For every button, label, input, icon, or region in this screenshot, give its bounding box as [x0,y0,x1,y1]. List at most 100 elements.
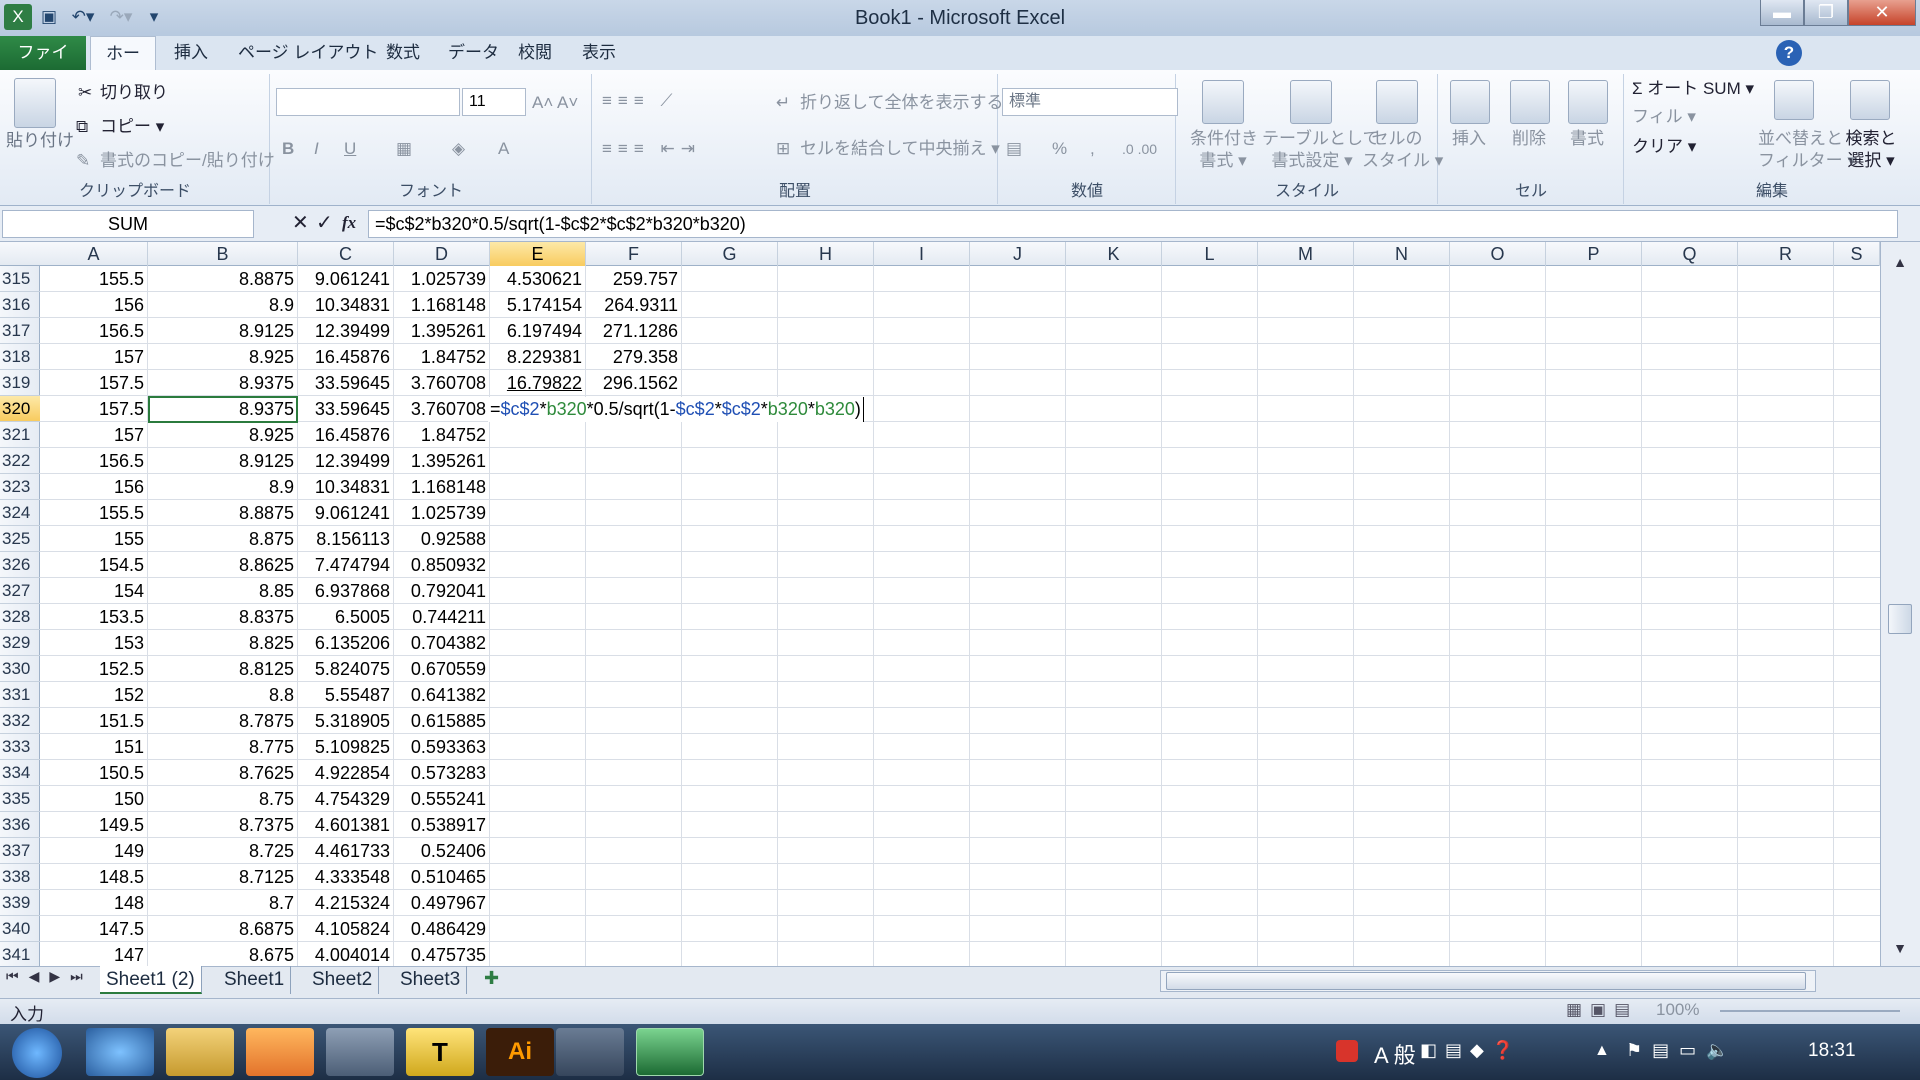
column-header-n[interactable]: N [1354,242,1450,266]
cell-b319[interactable]: 8.9375 [148,370,298,396]
cell-d326[interactable]: 0.850932 [394,552,490,578]
wrap-text-button[interactable]: 折り返して全体を表示する [800,92,1004,114]
cell-a322[interactable]: 156.5 [40,448,148,474]
horizontal-align-icon[interactable]: ≡≡≡ ⇤⇥ [602,138,701,160]
row-header[interactable]: 333 [0,734,40,760]
cell-c329[interactable]: 6.135206 [298,630,394,656]
column-header-e[interactable]: E [490,242,586,266]
sort-filter-button[interactable]: 並べ替えと フィルター ▾ [1758,128,1856,172]
start-button[interactable] [12,1028,62,1078]
format-cells-icon[interactable] [1568,80,1608,124]
cell-b335[interactable]: 8.75 [148,786,298,812]
paste-icon[interactable] [14,78,56,128]
delete-cells-button[interactable]: 削除 [1512,128,1546,150]
row-header[interactable]: 323 [0,474,40,500]
cell-c328[interactable]: 6.5005 [298,604,394,630]
column-header-r[interactable]: R [1738,242,1834,266]
excel-taskbar-icon[interactable] [636,1028,704,1076]
cell-a320[interactable]: 157.5 [40,396,148,422]
cell-c327[interactable]: 6.937868 [298,578,394,604]
column-header-b[interactable]: B [148,242,298,266]
cell-b325[interactable]: 8.875 [148,526,298,552]
cell-e317[interactable]: 6.197494 [490,318,586,344]
accounting-format-icon[interactable]: ▤ [1006,138,1022,160]
font-color-icon[interactable]: A [498,138,509,160]
cut-icon[interactable]: ✂ [78,82,92,104]
paste-button[interactable]: 貼り付け [6,130,74,152]
cell-a334[interactable]: 150.5 [40,760,148,786]
cell-d324[interactable]: 1.025739 [394,500,490,526]
cell-d341[interactable]: 0.475735 [394,942,490,968]
cell-a335[interactable]: 150 [40,786,148,812]
tab-home[interactable]: ホーム [90,36,156,97]
column-header-j[interactable]: J [970,242,1066,266]
sheet-tab-sheet1[interactable]: Sheet1 [218,966,292,994]
cell-b329[interactable]: 8.825 [148,630,298,656]
cell-b334[interactable]: 8.7625 [148,760,298,786]
row-header[interactable]: 332 [0,708,40,734]
tray-app-icon[interactable] [1336,1040,1358,1062]
cell-d321[interactable]: 1.84752 [394,422,490,448]
find-select-icon[interactable] [1850,80,1890,120]
comma-button[interactable]: , [1090,138,1095,160]
cell-e318[interactable]: 8.229381 [490,344,586,370]
tab-page-layout[interactable]: ページ レイアウト [226,36,390,70]
column-header-m[interactable]: M [1258,242,1354,266]
cell-c334[interactable]: 4.922854 [298,760,394,786]
cell-a325[interactable]: 155 [40,526,148,552]
name-box[interactable]: SUM [2,210,254,238]
format-as-table-icon[interactable] [1290,80,1332,124]
enter-icon[interactable]: ✓ [316,212,333,234]
cell-d336[interactable]: 0.538917 [394,812,490,838]
conditional-format-button[interactable]: 条件付き 書式 ▾ [1190,128,1258,172]
cell-b332[interactable]: 8.7875 [148,708,298,734]
row-header[interactable]: 337 [0,838,40,864]
row-header[interactable]: 336 [0,812,40,838]
autosum-button[interactable]: Σ オート SUM ▾ [1632,78,1754,100]
row-header[interactable]: 339 [0,890,40,916]
excel-app-icon[interactable]: X [4,4,32,30]
cell-b338[interactable]: 8.7125 [148,864,298,890]
zoom-slider[interactable] [1720,1010,1900,1012]
delete-cells-icon[interactable] [1510,80,1550,124]
row-header[interactable]: 330 [0,656,40,682]
insert-cells-icon[interactable] [1450,80,1490,124]
cell-c340[interactable]: 4.105824 [298,916,394,942]
cell-d334[interactable]: 0.573283 [394,760,490,786]
italic-button[interactable]: I [314,138,319,160]
cell-b327[interactable]: 8.85 [148,578,298,604]
cell-a340[interactable]: 147.5 [40,916,148,942]
restore-button[interactable]: ❐ [1804,0,1848,26]
cell-a321[interactable]: 157 [40,422,148,448]
cell-a341[interactable]: 147 [40,942,148,968]
column-header-a[interactable]: A [40,242,148,266]
format-as-table-button[interactable]: テーブルとして 書式設定 ▾ [1262,128,1379,172]
cell-b315[interactable]: 8.8875 [148,266,298,292]
formula-input[interactable]: =$c$2*b320*0.5/sqrt(1-$c$2*$c$2*b320*b32… [368,210,1898,238]
cell-e319[interactable]: 16.79822 [490,370,586,396]
cell-c323[interactable]: 10.34831 [298,474,394,500]
cell-a317[interactable]: 156.5 [40,318,148,344]
cell-b321[interactable]: 8.925 [148,422,298,448]
cell-b337[interactable]: 8.725 [148,838,298,864]
cell-e316[interactable]: 5.174154 [490,292,586,318]
help-icon[interactable]: ? [1776,40,1802,66]
row-header[interactable]: 322 [0,448,40,474]
tray-icons[interactable]: ◧▤◆❓ [1420,1040,1522,1061]
row-header[interactable]: 327 [0,578,40,604]
copy-icon[interactable]: ⧉ [76,116,88,138]
row-header[interactable]: 334 [0,760,40,786]
find-select-button[interactable]: 検索と 選択 ▾ [1840,128,1902,172]
row-header[interactable]: 316 [0,292,40,318]
cell-d340[interactable]: 0.486429 [394,916,490,942]
insert-cells-button[interactable]: 挿入 [1452,128,1486,150]
row-header[interactable]: 319 [0,370,40,396]
merge-center-button[interactable]: セルを結合して中央揃え ▾ [800,138,1000,160]
show-hidden-icons-icon[interactable]: ▲ [1594,1042,1610,1060]
column-header-g[interactable]: G [682,242,778,266]
cell-c338[interactable]: 4.333548 [298,864,394,890]
fill-button[interactable]: フィル ▾ [1632,106,1696,128]
clock[interactable]: 18:31 [1808,1040,1856,1062]
tab-insert[interactable]: 挿入 [162,36,220,70]
fill-color-icon[interactable]: ◈ [452,138,465,160]
